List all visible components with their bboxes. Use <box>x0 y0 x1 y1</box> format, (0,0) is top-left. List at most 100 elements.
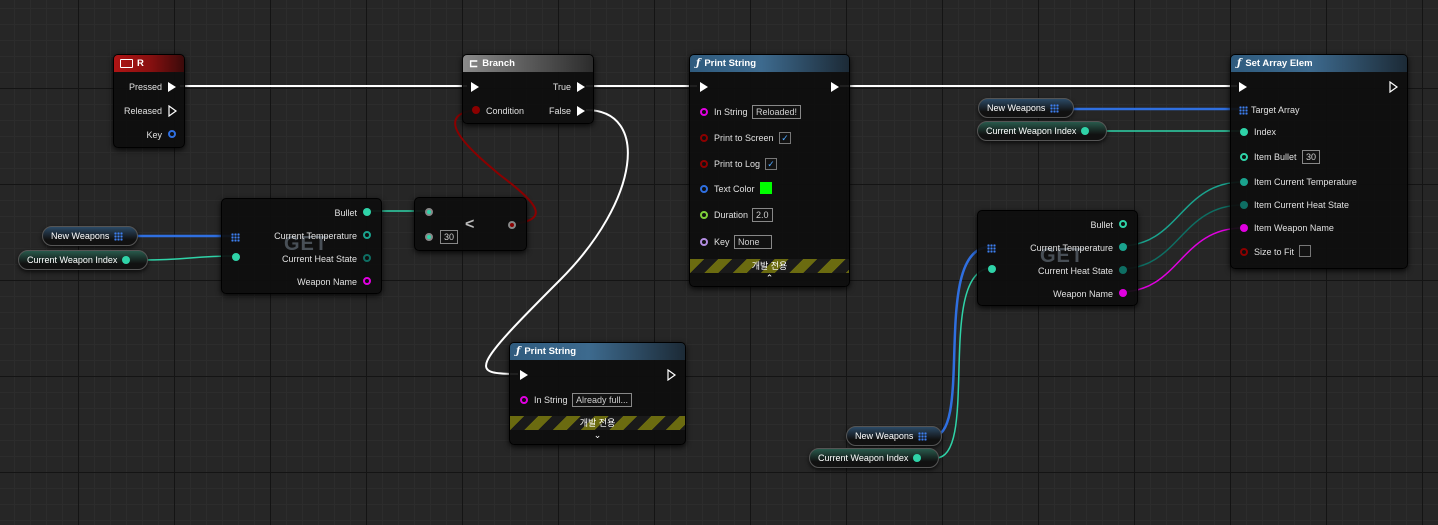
branch-header[interactable]: ⊏ Branch <box>463 55 593 72</box>
print-string-2-header[interactable]: ƒ Print String <box>510 343 685 360</box>
print-to-screen-pin[interactable] <box>700 134 708 142</box>
set-array-exec-in-pin[interactable] <box>1239 82 1247 92</box>
set-array-elem-node[interactable]: ƒ Set Array Elem Target Array Index Item… <box>1230 54 1408 269</box>
key-name-input[interactable]: None <box>734 235 772 249</box>
get1-name-label: Weapon Name <box>297 277 357 287</box>
print-to-screen-label: Print to Screen <box>714 133 774 143</box>
duration-label: Duration <box>714 210 749 220</box>
current-weapon-index-var-2[interactable]: Current Weapon Index <box>977 121 1107 141</box>
false-exec-pin[interactable] <box>577 106 585 116</box>
in-string-input[interactable]: Reloaded! <box>752 105 802 119</box>
r-key-event-header[interactable]: R <box>114 55 184 72</box>
get1-name-pin[interactable] <box>363 277 371 285</box>
set-array-header[interactable]: ƒ Set Array Elem <box>1231 55 1407 72</box>
get2-name-label: Weapon Name <box>1053 289 1113 299</box>
get2-temp-pin[interactable] <box>1119 243 1127 251</box>
text-color-swatch[interactable] <box>760 182 772 194</box>
released-exec-pin[interactable] <box>168 105 178 117</box>
int-pin-icon[interactable] <box>913 454 922 462</box>
print2-exec-in-pin[interactable] <box>520 370 528 380</box>
print-string-1-header[interactable]: ƒ Print String <box>690 55 849 72</box>
less-b-input[interactable]: 30 <box>440 230 459 244</box>
get2-heat-pin[interactable] <box>1119 266 1127 274</box>
item-heat-pin[interactable] <box>1240 201 1248 209</box>
new-weapons-var-1[interactable]: New Weapons <box>42 226 138 246</box>
print-string-node-1[interactable]: ƒ Print String In String Reloaded! Print… <box>689 54 850 287</box>
item-bullet-label: Item Bullet <box>1254 152 1297 162</box>
get2-bullet-label: Bullet <box>1090 220 1113 230</box>
condition-pin[interactable] <box>472 106 480 114</box>
item-temp-pin[interactable] <box>1240 178 1248 186</box>
get-array-node-2[interactable]: GET Bullet Current Temperature Current H… <box>977 210 1138 306</box>
chevron-up-icon[interactable]: ⌃ <box>690 273 849 284</box>
item-bullet-pin[interactable] <box>1240 153 1248 161</box>
print-string-node-2[interactable]: ƒ Print String In String Already full...… <box>509 342 686 445</box>
get1-bullet-pin[interactable] <box>363 208 371 216</box>
less-a-pin[interactable] <box>425 208 433 216</box>
array-grid-icon[interactable] <box>114 231 124 241</box>
item-bullet-input[interactable]: 30 <box>1302 150 1321 164</box>
key-label: Key <box>146 130 162 140</box>
print1-exec-out-pin[interactable] <box>831 82 839 92</box>
duration-input[interactable]: 2.0 <box>752 208 773 222</box>
set-array-exec-out-pin[interactable] <box>1389 81 1399 93</box>
get2-heat-label: Current Heat State <box>1037 266 1113 276</box>
size-to-fit-checkbox[interactable] <box>1299 245 1311 257</box>
array-grid-icon[interactable] <box>1050 103 1060 113</box>
in-string-label: In String <box>714 107 748 117</box>
false-label: False <box>548 106 571 116</box>
branch-icon: ⊏ <box>469 58 479 70</box>
current-weapon-index-var-1[interactable]: Current Weapon Index <box>18 250 148 270</box>
array-grid-icon[interactable] <box>1239 106 1248 115</box>
pressed-exec-pin[interactable] <box>168 82 176 92</box>
true-exec-pin[interactable] <box>577 82 585 92</box>
array-grid-icon[interactable] <box>987 244 996 253</box>
get-array-node-1[interactable]: GET Bullet Current Temperature Current H… <box>221 198 382 294</box>
get2-bullet-pin[interactable] <box>1119 220 1127 228</box>
get1-index-pin[interactable] <box>232 253 240 261</box>
name-wire-set <box>1119 227 1244 293</box>
print2-in-string-input[interactable]: Already full... <box>572 393 633 407</box>
array-grid-icon[interactable] <box>918 431 928 441</box>
index-pin[interactable] <box>1240 128 1248 136</box>
item-temp-label: Item Current Temperature <box>1254 177 1357 187</box>
print-string-2-title: Print String <box>524 346 577 357</box>
int-pin-icon[interactable] <box>122 256 131 264</box>
in-string-pin[interactable] <box>700 108 708 116</box>
print-to-log-pin[interactable] <box>700 160 708 168</box>
current-weapon-index-var-3[interactable]: Current Weapon Index <box>809 448 939 468</box>
array-grid-icon[interactable] <box>231 233 240 242</box>
text-color-pin[interactable] <box>700 185 708 193</box>
less-b-pin[interactable] <box>425 233 433 241</box>
branch-exec-in-pin[interactable] <box>471 82 479 92</box>
new-weapons-var-2[interactable]: New Weapons <box>978 98 1074 118</box>
new-weapons-label: New Weapons <box>51 231 110 241</box>
key-struct-pin[interactable] <box>168 130 176 138</box>
function-icon: ƒ <box>696 58 701 69</box>
key-name-pin[interactable] <box>700 238 708 246</box>
get2-index-pin[interactable] <box>988 265 996 273</box>
new-weapons-var-3[interactable]: New Weapons <box>846 426 942 446</box>
r-key-event-node[interactable]: R Pressed Released Key <box>113 54 185 148</box>
chevron-down-icon[interactable]: ⌄ <box>510 430 685 441</box>
print2-in-string-pin[interactable] <box>520 396 528 404</box>
less-than-node[interactable]: 30 < <box>414 197 527 251</box>
size-to-fit-pin[interactable] <box>1240 248 1248 256</box>
get2-name-pin[interactable] <box>1119 289 1127 297</box>
less-result-pin[interactable] <box>508 221 516 229</box>
branch-node[interactable]: ⊏ Branch True Condition False <box>462 54 594 124</box>
print-to-screen-checkbox[interactable]: ✓ <box>779 132 791 144</box>
print2-exec-out-pin[interactable] <box>667 369 677 381</box>
print1-exec-in-pin[interactable] <box>700 82 708 92</box>
int-pin-icon[interactable] <box>1081 127 1090 135</box>
item-heat-label: Item Current Heat State <box>1254 200 1350 210</box>
item-name-pin[interactable] <box>1240 224 1248 232</box>
print-to-log-checkbox[interactable]: ✓ <box>765 158 777 170</box>
get2-temp-label: Current Temperature <box>1030 243 1113 253</box>
duration-pin[interactable] <box>700 211 708 219</box>
released-label: Released <box>123 106 162 116</box>
branch-title: Branch <box>482 58 515 69</box>
get1-temp-pin[interactable] <box>363 231 371 239</box>
set-array-title: Set Array Elem <box>1245 58 1313 69</box>
get1-heat-pin[interactable] <box>363 254 371 262</box>
